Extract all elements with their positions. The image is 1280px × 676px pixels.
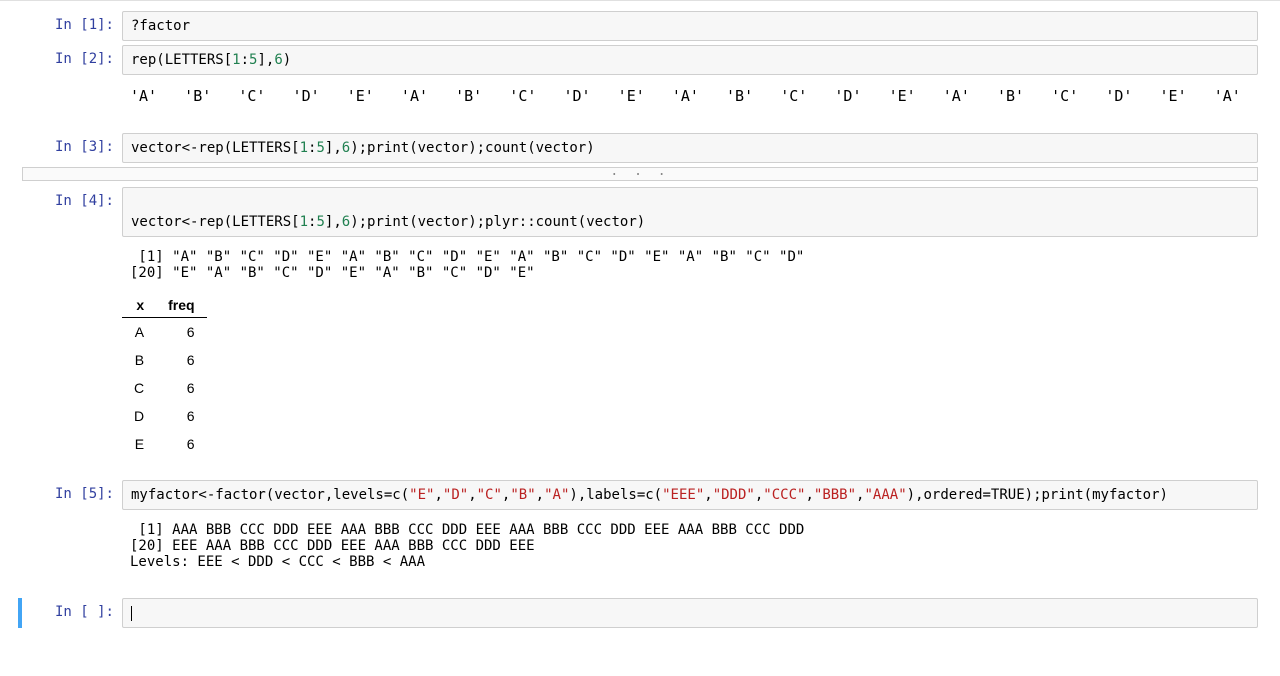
table-header: x [122,293,156,318]
output-text: [1] "A" "B" "C" "D" "E" "A" "B" "C" "D" … [122,243,1258,287]
input-prompt: In [5]: [22,480,122,594]
table-row: A6 [122,318,207,347]
input-prompt: In [4]: [22,187,122,476]
output-dataframe: x freq A6 B6 C6 D6 E6 [122,293,207,458]
input-prompt: In [2]: [22,45,122,129]
output-text: [1] AAA BBB CCC DDD EEE AAA BBB CCC DDD … [122,516,1258,576]
code-cell: In [3]: vector<-rep(LETTERS[1:5],6);prin… [0,133,1280,163]
code-input[interactable]: vector<-rep(LETTERS[1:5],6);print(vector… [122,187,1258,237]
output-collapsed-toggle[interactable]: . . . [22,167,1258,181]
input-prompt: In [3]: [22,133,122,163]
table-header: freq [156,293,206,318]
code-cell: In [1]: ?factor [0,11,1280,41]
input-prompt: In [1]: [22,11,122,41]
table-row: C6 [122,374,207,402]
input-prompt: In [ ]: [22,598,122,628]
text-cursor-icon [131,606,132,621]
code-cell: In [2]: rep(LETTERS[1:5],6) 'A' 'B' 'C' … [0,45,1280,129]
code-cell: In [4]: vector<-rep(LETTERS[1:5],6);prin… [0,187,1280,476]
code-input[interactable]: myfactor<-factor(vector,levels=c("E","D"… [122,480,1258,510]
table-row: B6 [122,346,207,374]
code-input[interactable] [122,598,1258,628]
code-input[interactable]: rep(LETTERS[1:5],6) [122,45,1258,75]
table-row: D6 [122,402,207,430]
code-input[interactable]: ?factor [122,11,1258,41]
output-text: 'A' 'B' 'C' 'D' 'E' 'A' 'B' 'C' 'D' 'E' … [122,81,1258,111]
code-cell-active: In [ ]: [0,598,1280,628]
code-cell: In [5]: myfactor<-factor(vector,levels=c… [0,480,1280,594]
table-row: E6 [122,430,207,458]
notebook-container: In [1]: ?factor In [2]: rep(LETTERS[1:5]… [0,0,1280,628]
code-input[interactable]: vector<-rep(LETTERS[1:5],6);print(vector… [122,133,1258,163]
